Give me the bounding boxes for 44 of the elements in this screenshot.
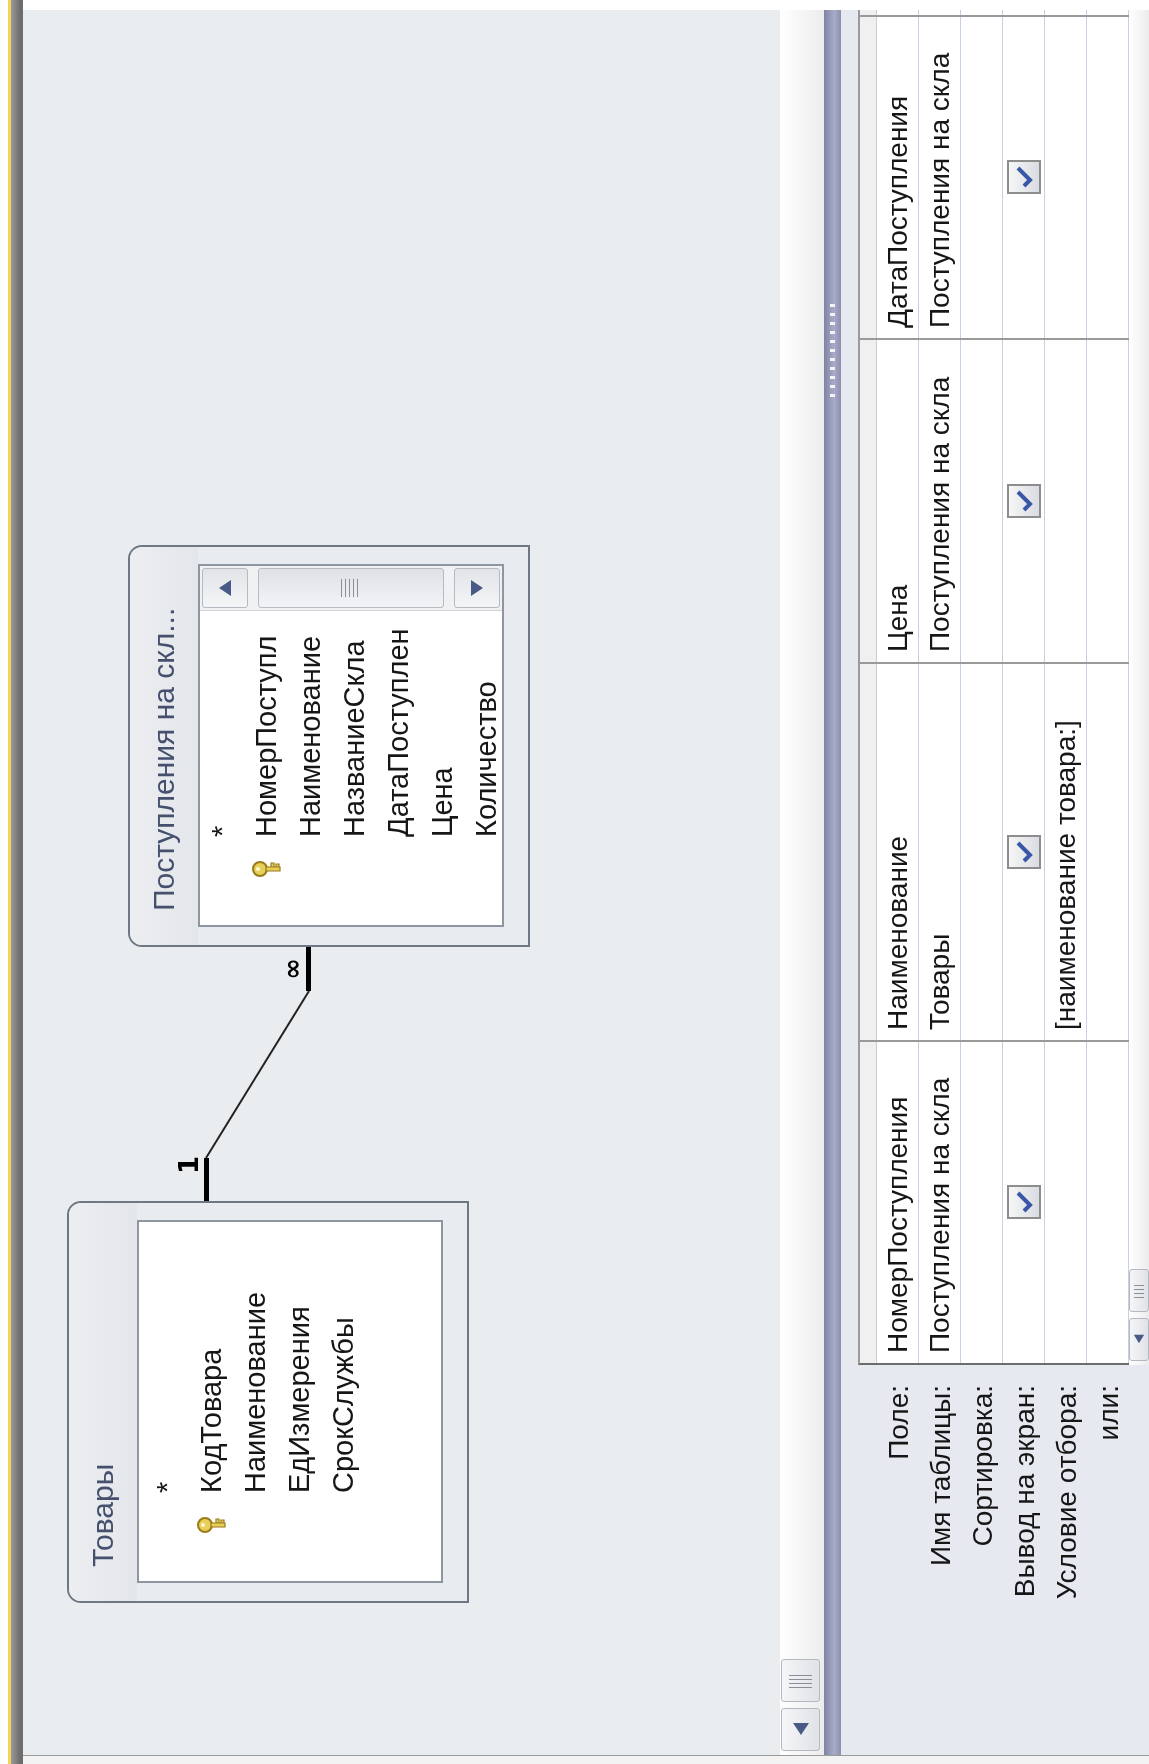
field-name[interactable]: ЕдИзмерения (282, 1306, 316, 1493)
show-checkbox[interactable] (1006, 835, 1041, 869)
scroll-thumb[interactable] (781, 1659, 820, 1702)
scroll-thumb[interactable] (1129, 1269, 1149, 1312)
field-cell[interactable]: НомерПоступления (881, 1096, 914, 1353)
field-name[interactable]: * (150, 1481, 184, 1493)
field-name[interactable]: НомерПоступл (249, 635, 283, 837)
show-checkbox[interactable] (1006, 1185, 1041, 1220)
table-title[interactable]: Товары (69, 1203, 137, 1601)
field-name[interactable]: Цена (425, 767, 459, 837)
table-name-cell[interactable]: Поступления на скла (923, 52, 956, 328)
field-name[interactable]: КодТовара (194, 1348, 228, 1493)
field-name[interactable]: * (205, 825, 239, 837)
relationship-line[interactable] (204, 947, 311, 1201)
field-cell[interactable]: ДатаПоступления (881, 95, 914, 328)
criteria-cell[interactable]: [наименование товара:] (1049, 720, 1082, 1030)
show-checkbox[interactable] (1006, 484, 1041, 518)
scrollbar[interactable] (780, 10, 824, 1755)
scrollbar[interactable] (1129, 10, 1149, 1365)
table-window[interactable]: Поступления на скл... * НомерПоступл Наименование НазваниеСкла ДатаПоступлен Цена Количество (128, 545, 530, 947)
table-window[interactable]: Товары * КодТовара Наименование ЕдИзмерения СрокСлужбы (67, 1201, 469, 1603)
table-name-cell[interactable]: Товары (923, 933, 956, 1030)
field-name[interactable]: Количество (469, 681, 503, 837)
join-label: 1 (174, 1155, 204, 1175)
field-name[interactable]: ДатаПоступлен (381, 628, 415, 837)
field-name[interactable]: Наименование (293, 635, 327, 837)
field-name[interactable]: Наименование (238, 1291, 272, 1493)
join-label: ∞ (277, 958, 307, 980)
row-label: Условие отбора: (1051, 1385, 1083, 1600)
field-cell[interactable]: Цена (881, 584, 914, 652)
show-checkbox[interactable] (1006, 160, 1041, 195)
row-label: Сортировка: (967, 1385, 999, 1547)
field-name[interactable]: НазваниеСкла (337, 640, 371, 837)
table-name-cell[interactable]: Поступления на скла (923, 376, 956, 652)
table-title[interactable]: Поступления на скл... (130, 547, 198, 945)
table-name-cell[interactable]: Поступления на скла (923, 1077, 956, 1353)
row-label: Поле: (883, 1385, 915, 1460)
field-name[interactable]: СрокСлужбы (326, 1317, 360, 1493)
scrollbar[interactable] (200, 566, 502, 611)
scroll-thumb[interactable] (258, 568, 444, 608)
row-label: или: (1093, 1385, 1125, 1441)
field-cell[interactable]: Наименование (881, 835, 914, 1030)
row-label: Имя таблицы: (925, 1385, 957, 1567)
row-label: Вывод на экран: (1009, 1385, 1041, 1598)
